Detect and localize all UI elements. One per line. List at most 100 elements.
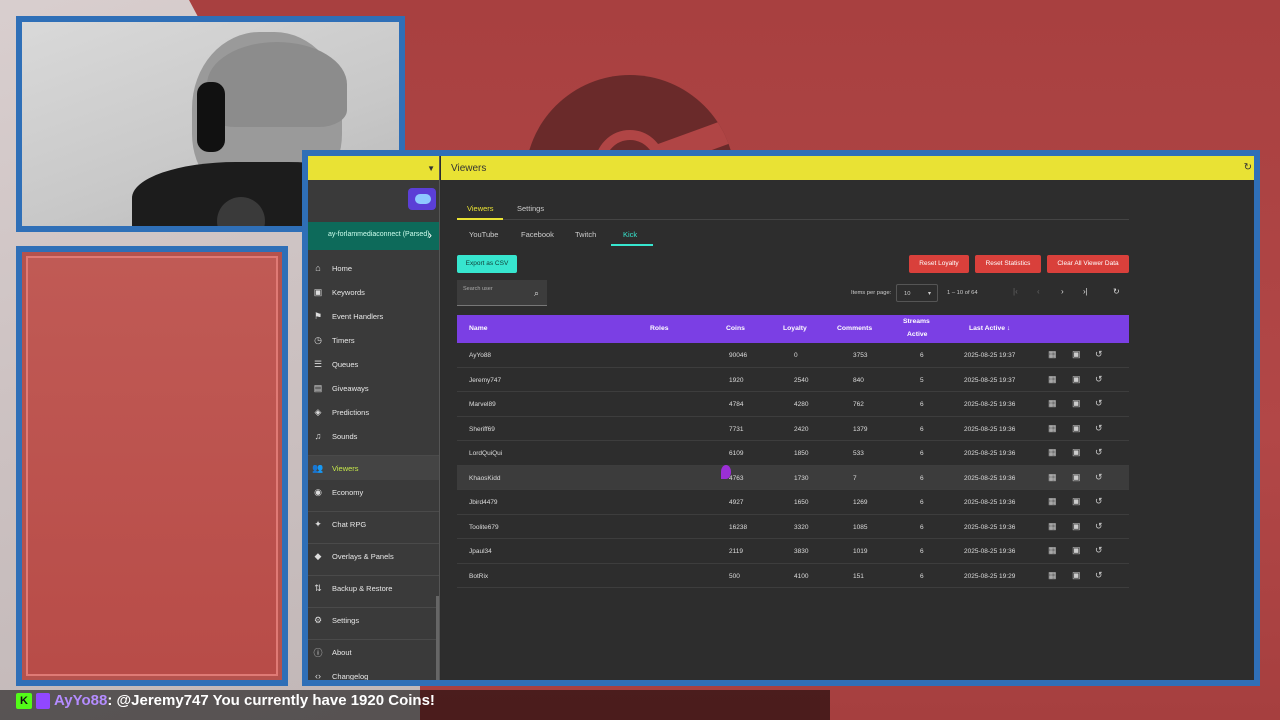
history-icon[interactable]: ↺ <box>1095 398 1103 409</box>
reset-loyalty-button[interactable]: Reset Loyalty <box>909 255 969 273</box>
sidebar-item-giveaways[interactable]: ▤ Giveaways <box>308 376 439 400</box>
table-row[interactable]: Jpaul34 2119 3830 1019 6 2025-08-25 19:36 ▦ ▣ ↺ <box>457 539 1129 564</box>
sidebar-item-label: Queues <box>332 359 359 369</box>
wallet-icon[interactable]: ▦ <box>1048 423 1057 434</box>
sidebar-scrollbar[interactable] <box>436 596 439 680</box>
sidebar-item-about[interactable]: ⓘ About <box>308 640 439 664</box>
sidebar-item-predictions[interactable]: ◈ Predictions <box>308 400 439 424</box>
chat-username: AyYo88 <box>54 692 108 709</box>
edit-icon[interactable]: ▣ <box>1072 521 1081 532</box>
wallet-icon[interactable]: ▦ <box>1048 472 1057 483</box>
sidebar-item-backup-restore[interactable]: ⇅ Backup & Restore <box>308 576 439 600</box>
tab-kick[interactable]: Kick <box>623 230 637 239</box>
wallet-icon[interactable]: ▦ <box>1048 570 1057 581</box>
history-icon[interactable]: ↺ <box>1095 374 1103 385</box>
edit-icon[interactable]: ▣ <box>1072 423 1081 434</box>
last-page-icon[interactable]: ›| <box>1083 287 1088 296</box>
refresh-icon[interactable]: ↻ <box>1244 162 1252 173</box>
history-icon[interactable]: ↺ <box>1095 496 1103 507</box>
sidebar-divider <box>308 504 439 512</box>
viewers-icon: 👥 <box>312 462 324 473</box>
col-loyalty[interactable]: Loyalty <box>783 325 807 332</box>
tab-facebook[interactable]: Facebook <box>521 230 554 239</box>
items-per-page-select[interactable]: 10 ▾ <box>896 284 938 302</box>
cell-name: LordQuiQui <box>469 450 503 457</box>
sidebar-item-queues[interactable]: ☰ Queues <box>308 352 439 376</box>
wallet-icon[interactable]: ▦ <box>1048 398 1057 409</box>
col-streams[interactable]: Streams <box>903 318 930 325</box>
sidebar-header: ▼ <box>308 156 439 180</box>
wallet-icon[interactable]: ▦ <box>1048 521 1057 532</box>
tab-youtube[interactable]: YouTube <box>469 230 498 239</box>
wallet-icon[interactable]: ▦ <box>1048 374 1057 385</box>
sidebar-item-changelog[interactable]: ‹› Changelog <box>308 664 439 680</box>
export-csv-button[interactable]: Export as CSV <box>457 255 517 273</box>
cell-comments: 1269 <box>853 499 868 506</box>
cell-loyalty: 4100 <box>794 572 809 580</box>
info-icon: ⓘ <box>313 647 323 658</box>
table-row[interactable]: Sheriff69 7731 2420 1379 6 2025-08-25 19:36 ▦ ▣… <box>457 417 1129 441</box>
history-icon[interactable]: ↺ <box>1095 349 1103 360</box>
sidebar-item-overlays-panels[interactable]: ◆ Overlays & Panels <box>308 544 439 568</box>
col-roles[interactable]: Roles <box>650 325 669 332</box>
sidebar-item-sounds[interactable]: ♫ Sounds <box>308 424 439 448</box>
wallet-icon[interactable]: ▦ <box>1048 349 1057 360</box>
search-icon[interactable]: ⌕ <box>534 288 539 299</box>
chevron-down-icon: ▾ <box>927 291 931 297</box>
wallet-icon[interactable]: ▦ <box>1048 496 1057 507</box>
search-input[interactable]: Search user ⌕ <box>457 280 547 306</box>
tab-viewers[interactable]: Viewers <box>467 204 494 213</box>
table-row[interactable]: Jeremy747 1920 2540 840 5 2025-08-25 19:37 ▦ ▣ ↺ <box>457 368 1129 392</box>
sound-icon: ♫ <box>314 431 322 441</box>
toggle-switch[interactable] <box>408 188 436 210</box>
account-selector[interactable]: ay-forlammediaconnect (Parsed) › <box>308 222 439 250</box>
wallet-icon[interactable]: ▦ <box>1048 545 1057 556</box>
edit-icon[interactable]: ▣ <box>1072 398 1081 409</box>
col-comments[interactable]: Comments <box>837 325 872 332</box>
sidebar-item-keywords[interactable]: ▣ Keywords <box>308 280 439 304</box>
sidebar-item-economy[interactable]: ◉ Economy <box>308 480 439 504</box>
table-row[interactable]: Toolite679 16238 3320 1085 6 2025-08-25 19:36… <box>457 515 1129 539</box>
reload-icon[interactable]: ↻ <box>1113 287 1120 296</box>
first-page-icon[interactable]: |‹ <box>1013 287 1018 296</box>
edit-icon[interactable]: ▣ <box>1072 374 1081 385</box>
edit-icon[interactable]: ▣ <box>1072 447 1081 458</box>
col-name[interactable]: Name <box>469 325 488 332</box>
reset-statistics-button[interactable]: Reset Statistics <box>975 255 1041 273</box>
wallet-icon[interactable]: ▦ <box>1048 447 1057 458</box>
history-icon[interactable]: ↺ <box>1095 472 1103 483</box>
table-row[interactable]: Marvel89 4784 4280 762 6 2025-08-25 19:36 ▦ ▣ ↺ <box>457 392 1129 417</box>
tab-twitch[interactable]: Twitch <box>575 230 596 239</box>
sidebar-item-home[interactable]: ⌂ Home <box>308 256 439 280</box>
table-row[interactable]: BotRix 500 4100 151 6 2025-08-25 19:29 ▦ ▣ ↺ <box>457 564 1129 588</box>
dropdown-icon[interactable]: ▼ <box>427 164 435 173</box>
search-placeholder: Search user <box>463 286 493 292</box>
sidebar-item-event-handlers[interactable]: ⚑ Event Handlers <box>308 304 439 328</box>
history-icon[interactable]: ↺ <box>1095 447 1103 458</box>
col-active[interactable]: Active <box>907 331 927 338</box>
edit-icon[interactable]: ▣ <box>1072 472 1081 483</box>
col-coins[interactable]: Coins <box>726 325 745 332</box>
history-icon[interactable]: ↺ <box>1095 545 1103 556</box>
history-icon[interactable]: ↺ <box>1095 423 1103 434</box>
edit-icon[interactable]: ▣ <box>1072 349 1081 360</box>
sidebar-item-viewers[interactable]: 👥 Viewers <box>308 456 439 480</box>
history-icon[interactable]: ↺ <box>1095 570 1103 581</box>
sidebar-item-chat-rpg[interactable]: ✦ Chat RPG <box>308 512 439 536</box>
history-icon[interactable]: ↺ <box>1095 521 1103 532</box>
next-page-icon[interactable]: › <box>1061 287 1064 296</box>
table-row[interactable]: AyYo88 90046 0 3753 6 2025-08-25 19:37 ▦ ▣ ↺ <box>457 343 1129 368</box>
edit-icon[interactable]: ▣ <box>1072 545 1081 556</box>
tab-settings[interactable]: Settings <box>517 204 544 213</box>
edit-icon[interactable]: ▣ <box>1072 570 1081 581</box>
col-last-active[interactable]: Last Active ↓ <box>969 325 1010 332</box>
sidebar-item-settings[interactable]: ⚙ Settings <box>308 608 439 632</box>
previous-page-icon[interactable]: ‹ <box>1037 287 1040 296</box>
table-row[interactable]: Jbird4479 4927 1650 1269 6 2025-08-25 19:36 ▦ ▣… <box>457 490 1129 515</box>
table-row[interactable]: LordQuiQui 6109 1850 533 6 2025-08-25 19:36 ▦ ▣… <box>457 441 1129 466</box>
sidebar-item-timers[interactable]: ◷ Timers <box>308 328 439 352</box>
table-body: AyYo88 90046 0 3753 6 2025-08-25 19:37 ▦ ▣ ↺ Jere… <box>457 343 1129 588</box>
edit-icon[interactable]: ▣ <box>1072 496 1081 507</box>
clear-all-viewer-data-button[interactable]: Clear All Viewer Data <box>1047 255 1129 273</box>
table-row[interactable]: KhaosKidd 4763 1730 7 6 2025-08-25 19:36 ▦ ▣ ↺ <box>457 465 1129 490</box>
